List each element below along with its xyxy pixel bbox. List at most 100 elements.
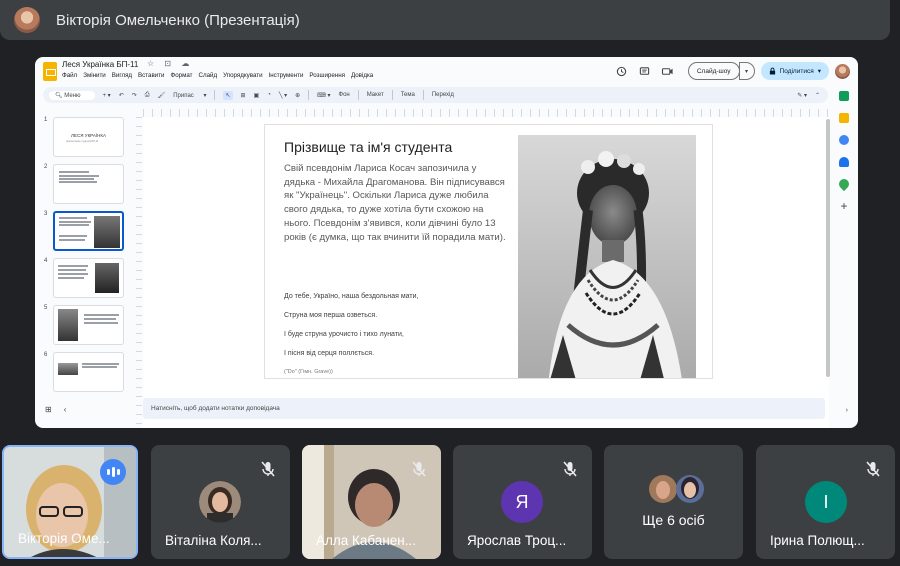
toolbar-divider <box>308 90 310 100</box>
collapse-toolbar-icon[interactable]: ⌃ <box>815 92 820 99</box>
comment-add-icon[interactable]: ⊕ <box>295 92 300 99</box>
thumbnail-number: 1 <box>44 117 48 123</box>
poem-block[interactable]: До тебе, Україно, наша бездольная мати, … <box>284 293 504 375</box>
mic-off-icon <box>866 461 880 477</box>
thumbnail-text-line <box>58 269 86 271</box>
theme-button[interactable]: Тема <box>401 92 415 98</box>
thumbnail-text-line <box>59 235 87 237</box>
menu-format[interactable]: Формат <box>171 72 193 79</box>
slideshow-button[interactable]: Слайд-шоу <box>687 62 740 80</box>
background-button[interactable]: Фон <box>339 92 350 98</box>
thumbnail-row[interactable]: 5 <box>41 301 129 348</box>
slide-thumbnail-2[interactable] <box>53 164 124 204</box>
keep-addon-icon[interactable] <box>839 113 849 123</box>
thumbnail-photo <box>95 263 119 293</box>
zoom-select[interactable]: Припас ▾ <box>173 92 206 99</box>
thumbnail-photo <box>58 363 78 375</box>
undo-icon[interactable]: ↶ <box>119 92 124 99</box>
slideshow-dropdown-icon[interactable]: ▾ <box>738 62 755 80</box>
print-icon[interactable]: ⎙ <box>145 92 150 99</box>
expand-panel-icon[interactable]: › <box>846 407 848 414</box>
portrait-photo[interactable] <box>518 135 696 379</box>
participant-tile[interactable]: Віталіна Коля... <box>151 445 290 559</box>
maps-addon-icon[interactable] <box>836 176 852 192</box>
participant-tile[interactable]: Я Ярослав Троц... <box>453 445 592 559</box>
thumbnail-row[interactable]: 6 <box>41 348 129 395</box>
canvas-scrollbar[interactable] <box>826 119 830 377</box>
paint-format-icon[interactable]: 🖌︎ <box>158 92 166 99</box>
transition-button[interactable]: Перехід <box>432 92 454 98</box>
thumbnail-row[interactable]: 2 <box>41 160 129 207</box>
presenter-bar[interactable]: Вікторія Омельченко (Презентація) <box>0 0 890 40</box>
pen-tool-icon[interactable]: ✎ ▾ <box>797 92 807 99</box>
grid-view-icon[interactable]: ⊞‹ <box>45 405 78 414</box>
mic-off-icon <box>412 461 426 477</box>
thumbnail-text-line <box>59 217 87 219</box>
share-button[interactable]: Поділитися ▾ <box>760 62 829 80</box>
slide-thumbnail-3[interactable] <box>53 211 124 251</box>
star-folder-cloud-icons[interactable]: ☆ ⊡ ☁ <box>147 59 193 68</box>
line-icon[interactable]: ╲ ▾ <box>279 92 287 99</box>
thumbnail-text-line <box>82 363 119 365</box>
new-slide-icon[interactable]: + ▾ <box>103 92 111 99</box>
slide-thumbnail-6[interactable] <box>53 352 124 392</box>
meet-icon[interactable] <box>661 64 675 78</box>
thumbnail-number: 4 <box>44 258 48 264</box>
thumbnail-title: ЛЕСЯ УКРАЇНКА <box>71 133 107 138</box>
select-tool-icon[interactable]: ↖ <box>223 90 233 100</box>
menu-file[interactable]: Файл <box>62 72 77 79</box>
slide-title[interactable]: Прізвище та ім'я студента <box>284 139 452 155</box>
add-addon-icon[interactable]: + <box>840 200 847 212</box>
menu-edit[interactable]: Змінити <box>83 72 106 79</box>
menu-extensions[interactable]: Розширення <box>309 72 345 79</box>
input-tools-icon[interactable]: ⌨ ▾ <box>317 92 330 99</box>
header-right-tools: Слайд-шоу ▾ Поділитися ▾ <box>615 60 858 82</box>
zoom-label: Припас <box>173 92 194 99</box>
doc-title[interactable]: Леся Українка БП-11 <box>62 60 138 69</box>
thumbnail-number: 3 <box>44 211 48 217</box>
thumbnail-text-line <box>84 322 118 324</box>
thumbnail-text-line <box>58 277 84 279</box>
slides-logo-icon[interactable] <box>43 62 57 81</box>
menu-arrange[interactable]: Упорядкувати <box>223 72 262 79</box>
contacts-addon-icon[interactable] <box>839 157 849 167</box>
menu-search-label: Меню <box>64 92 81 99</box>
thumbnail-text-line <box>58 273 88 275</box>
slide-thumbnail-4[interactable] <box>53 258 124 298</box>
participant-tile[interactable]: І Ірина Полющ... <box>756 445 895 559</box>
slide-body-text[interactable]: Свій псевдонім Лариса Косач запозичила у… <box>284 162 506 244</box>
slide-thumbnail-5[interactable] <box>53 305 124 345</box>
participant-tile[interactable]: Алла Кабанен... <box>302 445 441 559</box>
shape-icon[interactable]: ◔ <box>267 92 271 98</box>
thumbnail-text-line <box>59 239 85 241</box>
share-label: Поділитися <box>779 67 814 75</box>
sheets-addon-icon[interactable] <box>839 91 849 101</box>
menu-insert[interactable]: Вставити <box>138 72 164 79</box>
layout-button[interactable]: Макет <box>367 92 384 98</box>
tasks-addon-icon[interactable] <box>839 135 849 145</box>
poem-line: Струна моя перша озветься. <box>284 312 378 319</box>
participant-tile[interactable]: Вікторія Оме... <box>2 445 138 559</box>
account-avatar[interactable] <box>835 63 850 79</box>
share-dropdown-icon[interactable]: ▾ <box>818 67 821 75</box>
history-icon[interactable] <box>615 64 629 78</box>
menu-view[interactable]: Вигляд <box>112 72 132 79</box>
slides-header: Леся Українка БП-11 ☆ ⊡ ☁ Файл Змінити В… <box>35 57 858 87</box>
menu-slide[interactable]: Слайд <box>198 72 217 79</box>
thumbnail-photo <box>58 309 78 341</box>
participant-tile-overflow[interactable]: Ще 6 осіб <box>604 445 743 559</box>
thumbnail-row[interactable]: 3 <box>41 207 129 254</box>
image-icon[interactable]: ▣ <box>254 92 260 99</box>
thumbnail-row[interactable]: 4 <box>41 254 129 301</box>
current-slide[interactable]: Прізвище та ім'я студента Свій псевдонім… <box>264 124 713 379</box>
menu-help[interactable]: Довідка <box>351 72 373 79</box>
menu-search[interactable]: 🔍︎ Меню <box>49 90 95 100</box>
slide-thumbnail-1[interactable]: ЛЕСЯ УКРАЇНКА презентація студента БП-11 <box>53 117 124 157</box>
menu-tools[interactable]: Інструменти <box>269 72 304 79</box>
redo-icon[interactable]: ↷ <box>132 92 137 99</box>
speaker-notes[interactable]: Натисніть, щоб додати нотатки доповідача <box>143 398 825 419</box>
thumbnail-photo <box>94 216 120 248</box>
textbox-icon[interactable]: ⊞ <box>241 92 246 99</box>
thumbnail-row[interactable]: 1 ЛЕСЯ УКРАЇНКА презентація студента БП-… <box>41 113 129 160</box>
comment-icon[interactable] <box>638 64 652 78</box>
